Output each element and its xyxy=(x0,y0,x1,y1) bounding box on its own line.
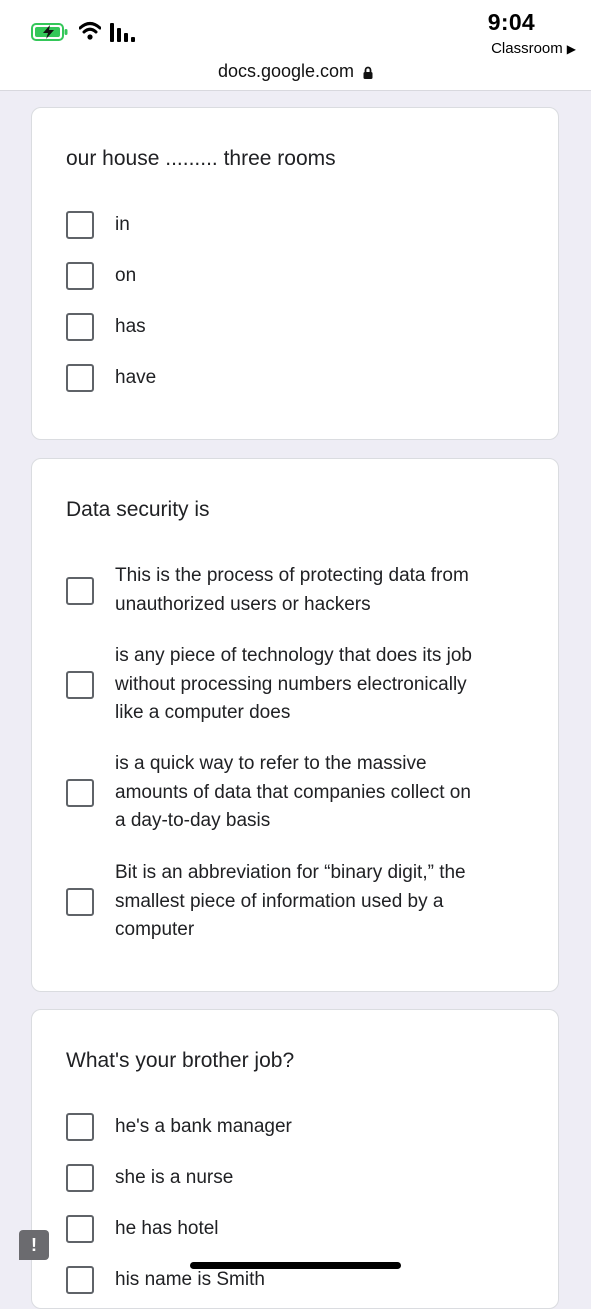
lock-icon xyxy=(363,66,373,79)
option-label: in xyxy=(115,214,130,235)
option-label: on xyxy=(115,265,137,286)
checkbox-option[interactable]: on xyxy=(66,262,538,291)
play-arrow-icon: ▶ xyxy=(566,41,576,56)
option-label: have xyxy=(115,367,157,388)
option-label: has xyxy=(115,316,146,337)
battery-charging-icon xyxy=(31,23,68,41)
question-title: Data security is xyxy=(66,498,210,521)
status-time: 9:04 xyxy=(487,9,535,35)
checkbox-option[interactable]: is any piece of technology that does its… xyxy=(66,642,538,728)
checkbox-option[interactable]: he's a bank manager xyxy=(66,1113,538,1142)
signal-icon xyxy=(110,23,135,42)
checkbox-option[interactable]: This is the process of protecting data f… xyxy=(66,562,538,619)
url-bar[interactable]: docs.google.com xyxy=(0,61,591,82)
checkbox-option[interactable]: in xyxy=(66,211,538,240)
checkbox-option[interactable]: is a quick way to refer to the massive a… xyxy=(66,750,538,836)
option-label: This is the process of protecting data f… xyxy=(115,565,469,615)
checkbox-option[interactable]: Bit is an abbreviation for “binary digit… xyxy=(66,859,538,945)
checkbox[interactable] xyxy=(66,576,94,605)
checkbox[interactable] xyxy=(66,211,94,240)
question-card: Data security is This is the process of … xyxy=(31,458,559,992)
report-problem-button[interactable]: ! xyxy=(19,1230,49,1260)
option-label: Bit is an abbreviation for “binary digit… xyxy=(115,862,466,940)
checkbox-option[interactable]: his name is Smith xyxy=(66,1266,538,1295)
wifi-icon xyxy=(79,22,101,40)
checkbox[interactable] xyxy=(66,670,94,699)
checkbox-option[interactable]: have xyxy=(66,364,538,393)
checkbox[interactable] xyxy=(66,1215,94,1244)
checkbox[interactable] xyxy=(66,1266,94,1295)
checkbox[interactable] xyxy=(66,887,94,916)
checkbox-option[interactable]: has xyxy=(66,313,538,342)
checkbox[interactable] xyxy=(66,1164,94,1193)
option-label: is any piece of technology that does its… xyxy=(115,645,473,723)
checkbox-option[interactable]: he has hotel xyxy=(66,1215,538,1244)
url-text: docs.google.com xyxy=(217,61,355,81)
question-card: our house ......... three rooms in on ha… xyxy=(31,107,559,440)
checkbox[interactable] xyxy=(66,778,94,807)
back-to-app-button[interactable]: Classroom ▶ xyxy=(491,40,576,57)
option-label: she is a nurse xyxy=(115,1167,234,1188)
checkbox[interactable] xyxy=(66,364,94,393)
option-label: is a quick way to refer to the massive a… xyxy=(115,753,471,831)
status-bar: 9:04 Classroom ▶ docs.google.com xyxy=(0,0,591,91)
option-label: he's a bank manager xyxy=(115,1116,292,1137)
question-title: our house ......... three rooms xyxy=(66,147,336,170)
checkbox[interactable] xyxy=(66,313,94,342)
checkbox[interactable] xyxy=(66,262,94,291)
exclamation-icon: ! xyxy=(31,1234,37,1255)
back-app-label: Classroom xyxy=(491,40,563,57)
option-label: his name is Smith xyxy=(115,1269,265,1290)
checkbox[interactable] xyxy=(66,1113,94,1142)
option-label: he has hotel xyxy=(115,1218,219,1239)
question-title: What's your brother job? xyxy=(66,1049,295,1072)
checkbox-option[interactable]: she is a nurse xyxy=(66,1164,538,1193)
home-indicator[interactable] xyxy=(190,1262,401,1269)
